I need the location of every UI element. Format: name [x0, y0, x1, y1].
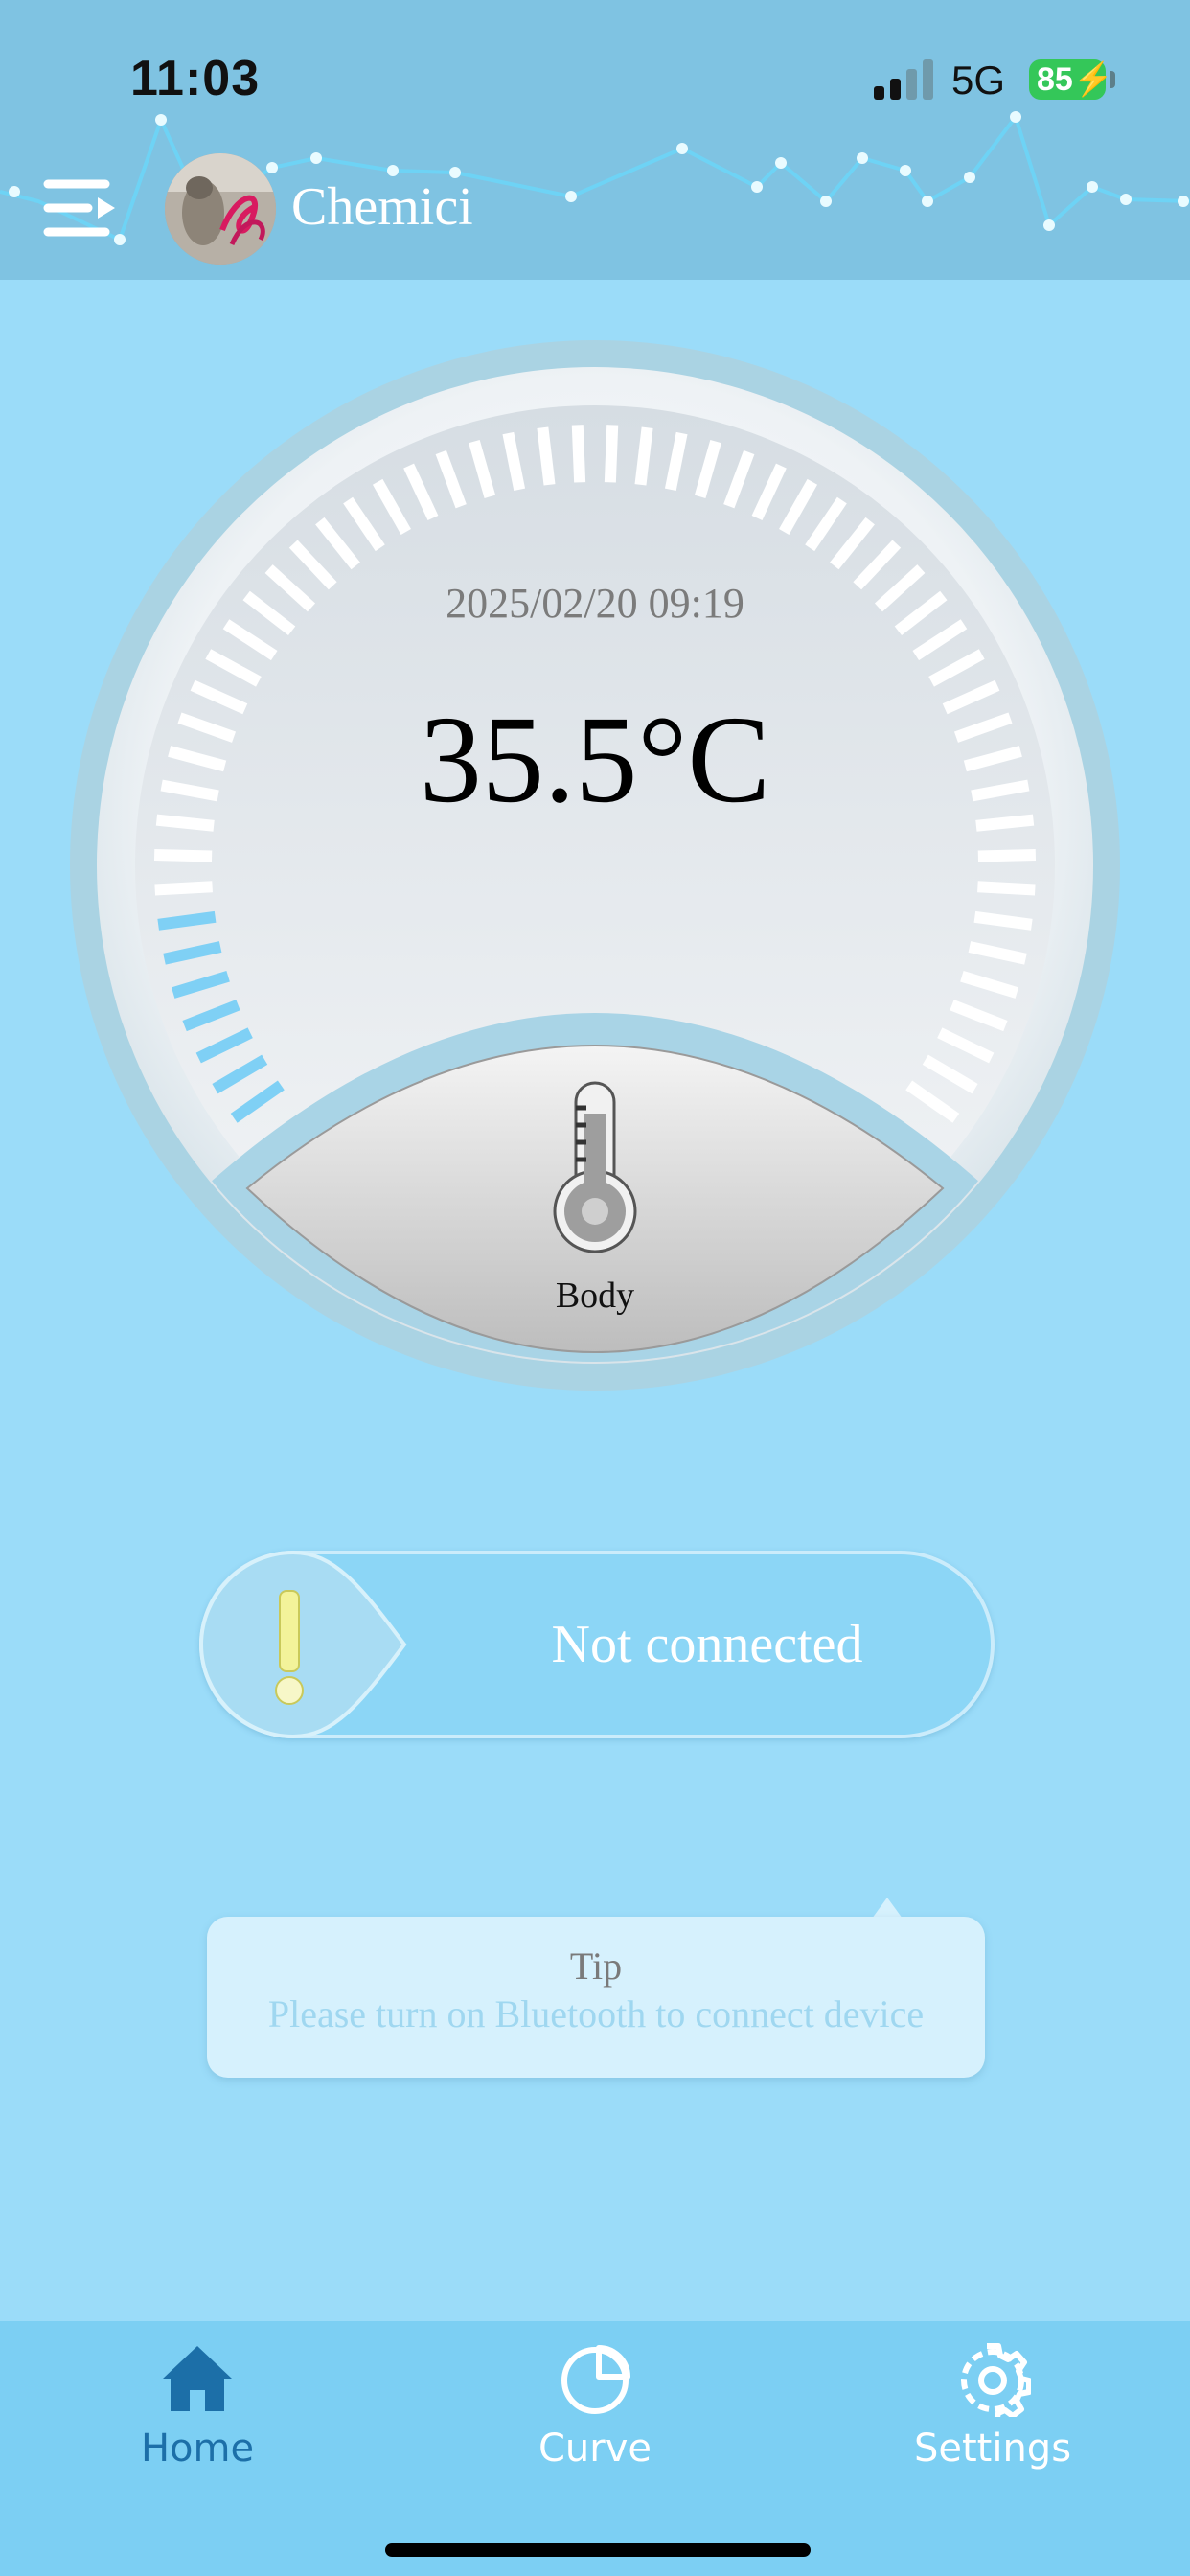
battery-level: 85 — [1037, 61, 1073, 98]
tab-settings-label: Settings — [913, 2426, 1072, 2471]
reading-datetime: 2025/02/20 09:19 — [446, 580, 744, 627]
battery-cap — [1110, 71, 1115, 88]
gauge-tick — [604, 425, 619, 483]
tab-curve-label: Curve — [538, 2426, 652, 2471]
gauge-tick — [571, 425, 586, 483]
gauge-tick — [154, 881, 213, 896]
avatar-image — [165, 153, 276, 264]
avatar[interactable] — [165, 153, 276, 264]
battery-icon: 85⚡ — [1029, 59, 1113, 100]
gauge-tick — [634, 426, 653, 486]
gauge-tick — [977, 881, 1036, 896]
gauge-tick — [157, 910, 217, 931]
app-header: 11:03 5G 85⚡ Chemici — [0, 0, 1190, 280]
home-icon — [163, 2346, 232, 2411]
pie-chart-icon — [561, 2345, 630, 2414]
tab-curve[interactable]: Curve — [451, 2321, 739, 2513]
tip-message: Please turn on Bluetooth to connect devi… — [267, 1992, 925, 2036]
gauge-tick — [537, 426, 556, 486]
home-indicator — [385, 2543, 811, 2557]
exclamation-icon — [199, 1551, 407, 1738]
signal-icon — [874, 59, 935, 100]
gauge-tick — [977, 849, 1037, 862]
tab-home-label: Home — [140, 2426, 255, 2471]
tip-title: Tip — [569, 1944, 623, 1988]
temperature-value: 35.5°C — [419, 691, 771, 829]
temperature-gauge — [70, 340, 1120, 1391]
connection-status-text: Not connected — [551, 1615, 863, 1674]
username: Chemici — [291, 177, 473, 237]
gauge-tick — [153, 849, 213, 862]
tip-arrow — [872, 1898, 903, 1919]
connection-status-button[interactable]: Not connected — [199, 1551, 995, 1738]
menu-icon[interactable] — [42, 176, 119, 240]
gauge-tick — [973, 910, 1033, 931]
tip-popup: Tip Please turn on Bluetooth to connect … — [207, 1917, 985, 2078]
mode-label: Body — [555, 1276, 635, 1316]
tab-home[interactable]: Home — [54, 2321, 341, 2513]
tab-settings[interactable]: Settings — [849, 2321, 1136, 2513]
gear-icon — [961, 2343, 1031, 2417]
tab-bar: Home Curve Settings — [0, 2321, 1190, 2576]
